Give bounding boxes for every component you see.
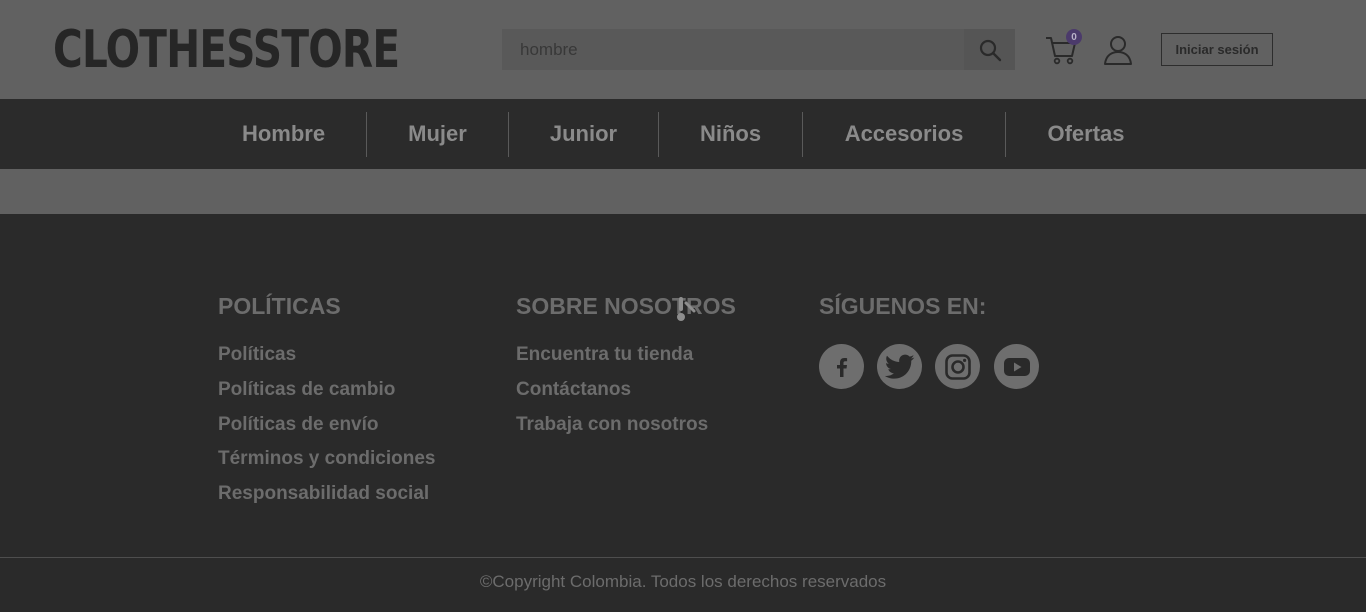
footer-link-responsabilidad[interactable]: Responsabilidad social <box>218 483 429 505</box>
user-icon[interactable] <box>1103 35 1133 65</box>
search-icon <box>979 39 1001 61</box>
site-footer: POLÍTICAS Políticas Políticas de cambio … <box>0 214 1366 612</box>
footer-link-terminos[interactable]: Términos y condiciones <box>218 448 436 470</box>
nav-item-junior[interactable]: Junior <box>509 99 658 169</box>
main-nav: Hombre Mujer Junior Niños Accesorios Ofe… <box>0 99 1366 169</box>
site-header: CLOTHESSTORE 0 Iniciar sesión <box>0 0 1366 99</box>
content-band <box>0 169 1366 214</box>
nav-item-hombre[interactable]: Hombre <box>213 99 354 169</box>
youtube-button[interactable] <box>994 344 1039 389</box>
nav-item-ofertas[interactable]: Ofertas <box>1006 99 1166 169</box>
footer-link-politicas[interactable]: Políticas <box>218 344 296 366</box>
footer-link-politicas-envio[interactable]: Políticas de envío <box>218 414 379 436</box>
copyright-text: ©Copyright Colombia. Todos los derechos … <box>479 572 887 591</box>
footer-link-contactanos[interactable]: Contáctanos <box>516 379 631 401</box>
twitter-button[interactable] <box>877 344 922 389</box>
nav-item-ninos[interactable]: Niños <box>659 99 802 169</box>
footer-divider <box>0 557 1366 558</box>
youtube-icon <box>1003 357 1030 376</box>
search-button[interactable] <box>964 29 1015 70</box>
footer-link-politicas-cambio[interactable]: Políticas de cambio <box>218 379 395 401</box>
search-bar <box>502 29 1015 70</box>
login-button[interactable]: Iniciar sesión <box>1161 33 1273 66</box>
nav-item-mujer[interactable]: Mujer <box>367 99 508 169</box>
about-title: SOBRE NOSOTROS <box>516 293 736 319</box>
nav-item-accesorios[interactable]: Accesorios <box>803 99 1005 169</box>
policies-title: POLÍTICAS <box>218 293 341 319</box>
instagram-icon <box>944 353 971 380</box>
facebook-icon <box>836 357 847 377</box>
twitter-icon <box>884 354 914 379</box>
store-logo[interactable]: CLOTHESSTORE <box>53 22 400 78</box>
footer-link-encuentra-tienda[interactable]: Encuentra tu tienda <box>516 344 693 366</box>
facebook-button[interactable] <box>819 344 864 389</box>
follow-title: SÍGUENOS EN: <box>819 293 987 319</box>
instagram-button[interactable] <box>935 344 980 389</box>
search-input[interactable] <box>502 29 964 70</box>
mouse-cursor-icon <box>677 297 696 321</box>
footer-link-trabaja[interactable]: Trabaja con nosotros <box>516 414 708 436</box>
cart-count-badge: 0 <box>1066 29 1082 45</box>
